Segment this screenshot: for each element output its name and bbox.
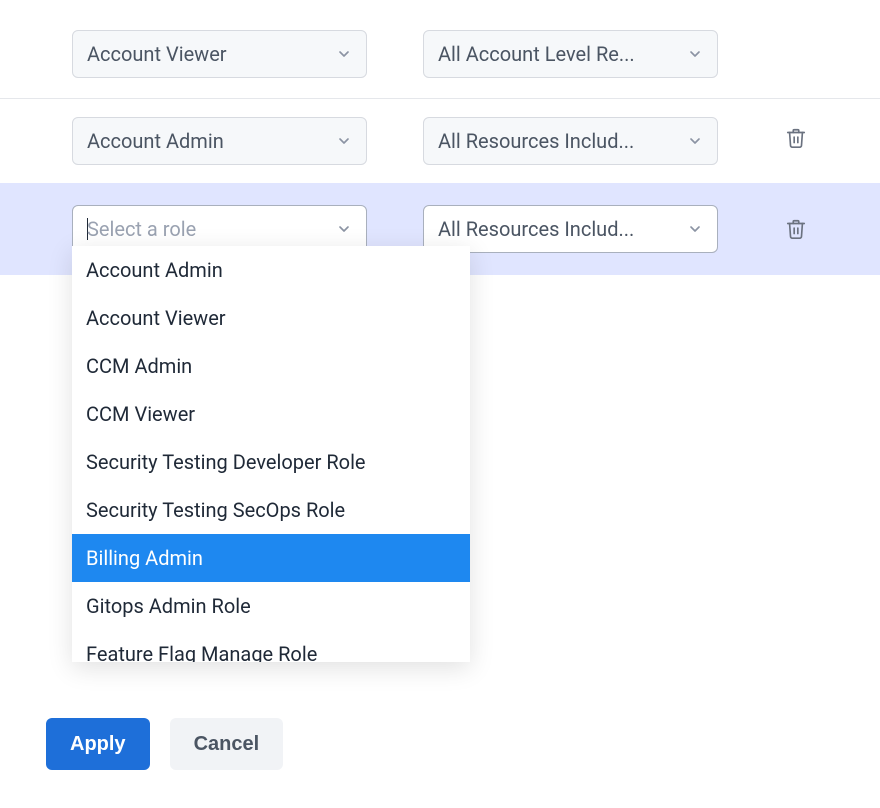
dropdown-option[interactable]: Security Testing Developer Role: [72, 438, 470, 486]
resource-select-value: All Resources Includ...: [438, 217, 634, 241]
dropdown-option[interactable]: Feature Flag Manage Role: [72, 630, 470, 662]
role-select-value: Account Viewer: [87, 42, 227, 66]
dropdown-option[interactable]: Billing Admin: [72, 534, 470, 582]
delete-row-button[interactable]: [782, 215, 810, 243]
resource-select-0[interactable]: All Account Level Re...: [423, 30, 718, 78]
dropdown-option[interactable]: Security Testing SecOps Role: [72, 486, 470, 534]
role-select-1[interactable]: Account Admin: [72, 117, 367, 165]
chevron-down-icon: [687, 46, 703, 62]
resource-select-value: All Account Level Re...: [438, 42, 635, 66]
dropdown-option[interactable]: Gitops Admin Role: [72, 582, 470, 630]
trash-icon: [785, 218, 807, 240]
role-select-placeholder: Select a role: [87, 217, 196, 241]
delete-row-button[interactable]: [782, 124, 810, 152]
dropdown-option[interactable]: CCM Viewer: [72, 390, 470, 438]
trash-icon: [785, 127, 807, 149]
dropdown-option[interactable]: Account Viewer: [72, 294, 470, 342]
role-select-0[interactable]: Account Viewer: [72, 30, 367, 78]
chevron-down-icon: [336, 221, 352, 237]
cancel-button[interactable]: Cancel: [170, 718, 284, 770]
chevron-down-icon: [687, 133, 703, 149]
role-row-1: Account Admin All Resources Includ...: [0, 98, 880, 177]
chevron-down-icon: [687, 221, 703, 237]
role-select-value: Account Admin: [87, 129, 224, 153]
chevron-down-icon: [336, 46, 352, 62]
role-dropdown[interactable]: Account AdminAccount ViewerCCM AdminCCM …: [72, 246, 470, 662]
dropdown-option[interactable]: Account Admin: [72, 246, 470, 294]
footer-actions: Apply Cancel: [46, 718, 283, 770]
apply-button[interactable]: Apply: [46, 718, 150, 770]
role-row-0: Account Viewer All Account Level Re...: [0, 18, 880, 90]
chevron-down-icon: [336, 133, 352, 149]
dropdown-option[interactable]: CCM Admin: [72, 342, 470, 390]
resource-select-1[interactable]: All Resources Includ...: [423, 117, 718, 165]
resource-select-value: All Resources Includ...: [438, 129, 634, 153]
